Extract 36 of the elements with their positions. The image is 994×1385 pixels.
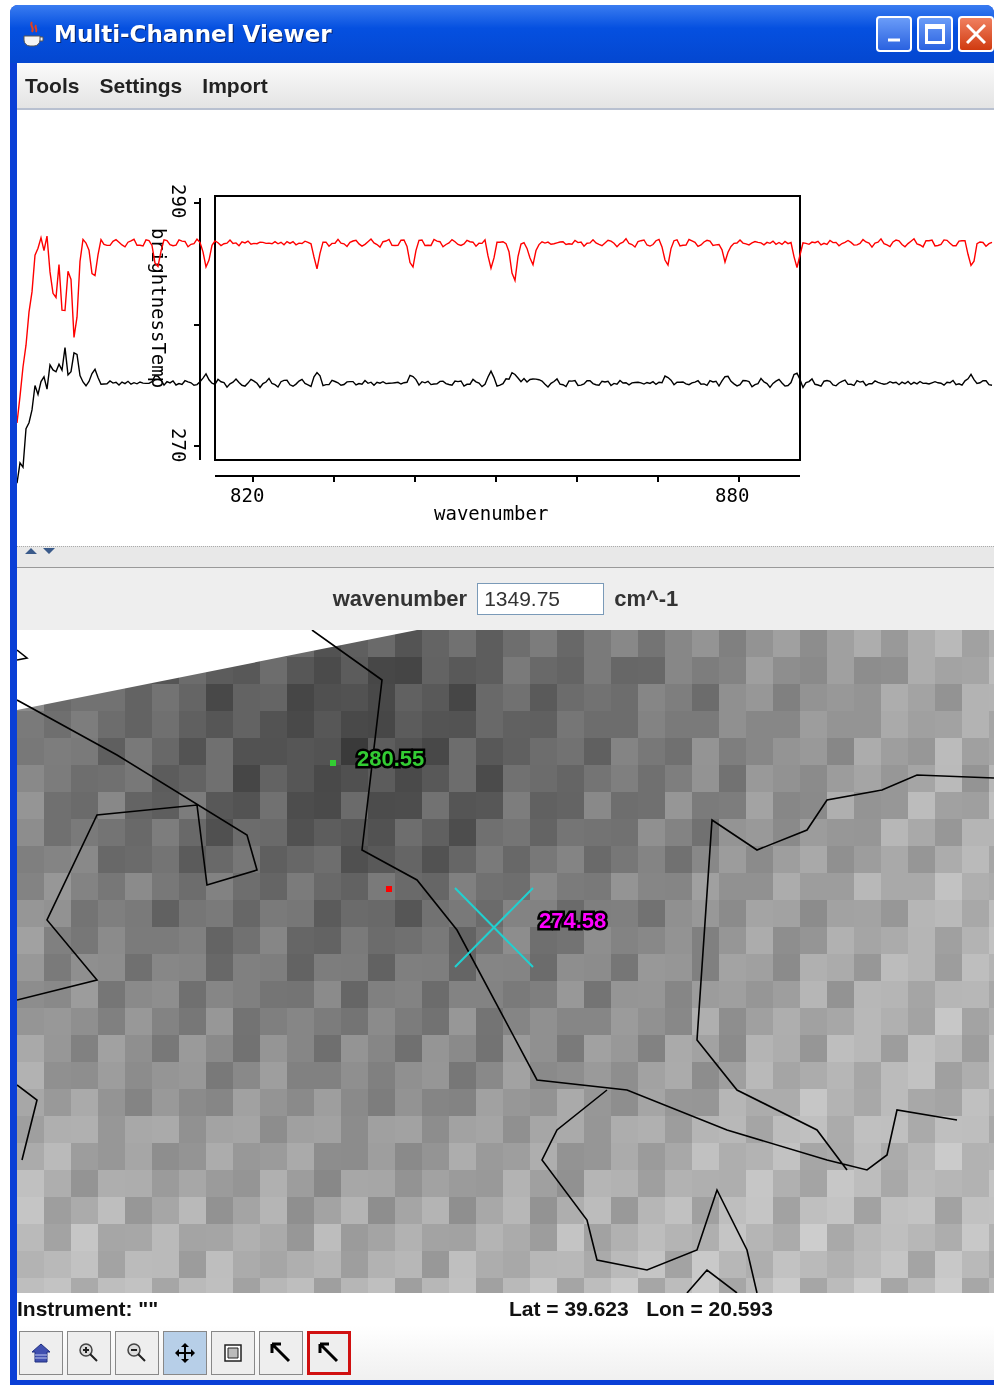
field-label: wavenumber bbox=[332, 586, 468, 612]
menu-item[interactable]: Import bbox=[194, 73, 276, 98]
tool-button[interactable] bbox=[115, 1330, 159, 1375]
maximize-button[interactable] bbox=[917, 16, 953, 52]
arrow-icon bbox=[317, 1340, 341, 1365]
cup-icon bbox=[20, 20, 46, 48]
tool-button[interactable] bbox=[67, 1330, 111, 1375]
coordinates-label: Lat = 39.623 Lon = 20.593 bbox=[509, 1297, 773, 1321]
maximize-icon bbox=[925, 24, 945, 44]
axis-label: brightnessTemp bbox=[148, 228, 170, 389]
tick-label: 270 bbox=[168, 428, 190, 463]
unit-label: cm^-1 bbox=[614, 586, 679, 612]
menu-item[interactable]: Settings bbox=[91, 73, 191, 98]
probe-point bbox=[386, 886, 392, 892]
probe-marker bbox=[330, 760, 336, 766]
menu-item[interactable]: Tools bbox=[17, 73, 88, 98]
move-icon bbox=[173, 1340, 197, 1365]
tool-button[interactable] bbox=[259, 1330, 303, 1375]
tick-label: 290 bbox=[168, 184, 190, 219]
minimize-button[interactable] bbox=[876, 16, 912, 52]
tool-button[interactable] bbox=[211, 1330, 255, 1375]
arrows-icon bbox=[23, 547, 57, 555]
arrow-icon bbox=[269, 1340, 293, 1365]
tool-button[interactable] bbox=[19, 1330, 63, 1375]
reading-label: 274.58 bbox=[539, 908, 607, 933]
wavenumber-field[interactable]: 1349.75 bbox=[477, 583, 605, 615]
tick-label: 820 bbox=[230, 484, 265, 506]
tick-label: 880 bbox=[715, 484, 750, 506]
close-icon bbox=[966, 24, 986, 44]
window-title: Multi-Channel Viewer bbox=[54, 21, 333, 47]
axis-label: wavenumber bbox=[434, 502, 549, 524]
tool-button[interactable] bbox=[307, 1330, 351, 1375]
instrument-label: Instrument: "" bbox=[17, 1297, 160, 1321]
minimize-icon bbox=[888, 38, 900, 42]
tool-button[interactable] bbox=[163, 1330, 207, 1375]
close-button[interactable] bbox=[958, 16, 994, 52]
